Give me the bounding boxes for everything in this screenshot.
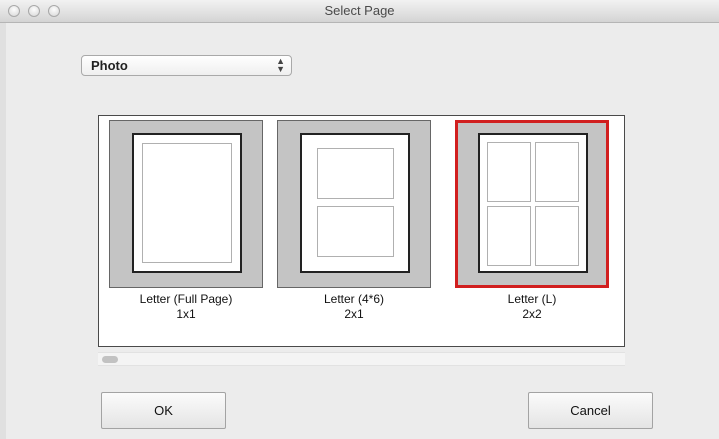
layout-thumbnail bbox=[455, 120, 609, 288]
layout-option-l[interactable]: Letter (L) 2x2 bbox=[455, 120, 609, 322]
window-edge bbox=[0, 22, 6, 439]
title-bar[interactable]: Select Page bbox=[0, 0, 719, 23]
category-select-value: Photo bbox=[91, 58, 128, 73]
horizontal-scrollbar[interactable] bbox=[98, 352, 625, 366]
page-preview bbox=[300, 133, 410, 273]
select-page-dialog: Select Page Photo ▲ ▼ Letter (Full Page) … bbox=[0, 0, 719, 439]
photo-cell bbox=[142, 143, 232, 263]
layout-grid: 2x1 bbox=[344, 307, 364, 321]
layout-gallery: Letter (Full Page) 1x1 Letter (4*6) 2x1 bbox=[98, 115, 625, 347]
select-arrows-icon: ▲ ▼ bbox=[276, 56, 285, 74]
layout-option-4x6[interactable]: Letter (4*6) 2x1 bbox=[277, 120, 431, 322]
layout-caption: Letter (Full Page) 1x1 bbox=[109, 292, 263, 322]
photo-cell bbox=[317, 148, 394, 199]
layout-grid: 1x1 bbox=[176, 307, 196, 321]
photo-cell bbox=[487, 142, 531, 202]
ok-button[interactable]: OK bbox=[101, 392, 226, 429]
layout-caption: Letter (4*6) 2x1 bbox=[277, 292, 431, 322]
layout-option-full-page[interactable]: Letter (Full Page) 1x1 bbox=[109, 120, 263, 322]
layout-caption: Letter (L) 2x2 bbox=[455, 292, 609, 322]
window-title: Select Page bbox=[324, 3, 395, 18]
layout-thumbnail bbox=[277, 120, 431, 288]
photo-cell bbox=[535, 142, 579, 202]
layout-thumbnail bbox=[109, 120, 263, 288]
layout-name: Letter (Full Page) bbox=[139, 292, 233, 306]
layout-name: Letter (L) bbox=[507, 292, 557, 306]
photo-cell bbox=[487, 206, 531, 266]
photo-cell bbox=[535, 206, 579, 266]
photo-cell bbox=[317, 206, 394, 257]
layout-name: Letter (4*6) bbox=[323, 292, 385, 306]
category-select[interactable]: Photo ▲ ▼ bbox=[81, 55, 292, 76]
page-preview bbox=[132, 133, 242, 273]
scrollbar-thumb[interactable] bbox=[102, 356, 118, 363]
cancel-button[interactable]: Cancel bbox=[528, 392, 653, 429]
layout-grid: 2x2 bbox=[522, 307, 542, 321]
page-preview bbox=[478, 133, 588, 273]
